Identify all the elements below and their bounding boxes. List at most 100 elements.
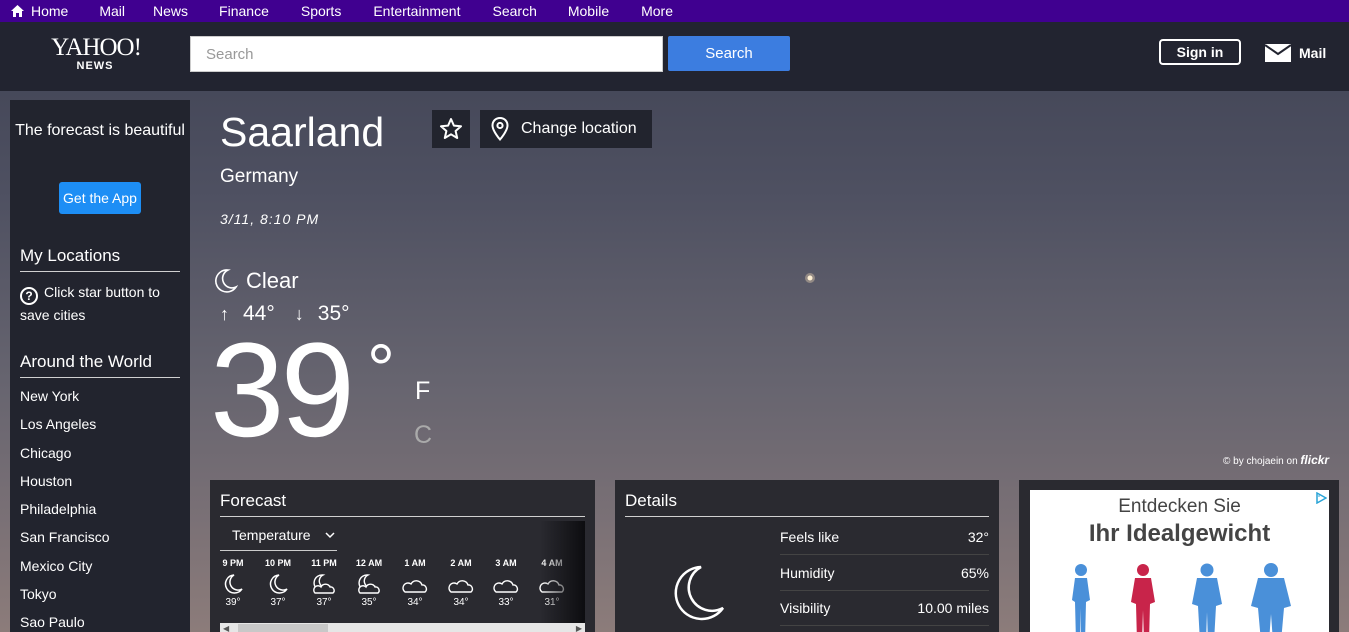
- hour-time: 2 AM: [450, 558, 472, 568]
- ad-subheadline: Ihr Idealgewicht: [1088, 520, 1271, 547]
- hour-item: 3 AM 33°: [486, 558, 526, 608]
- city-link[interactable]: Tokyo: [20, 586, 180, 614]
- change-location-label: Change location: [521, 120, 637, 137]
- change-location-button[interactable]: Change location: [480, 110, 652, 148]
- hour-item: 2 AM 34°: [441, 558, 481, 608]
- city-link[interactable]: Los Angeles: [20, 416, 180, 444]
- city-list: New York Los Angeles Chicago Houston Phi…: [20, 388, 180, 632]
- detail-row-visibility: Visibility 10.00 miles: [780, 591, 989, 626]
- current-condition: Clear: [214, 268, 299, 294]
- hour-item: 12 AM 35°: [349, 558, 389, 608]
- flickr-logo: flickr: [1300, 453, 1330, 467]
- scrollbar-thumb[interactable]: [238, 624, 328, 632]
- nav-home-label: Home: [31, 3, 69, 19]
- nav-entertainment[interactable]: Entertainment: [373, 0, 460, 22]
- search-button[interactable]: Search: [668, 36, 790, 71]
- moon-icon: [674, 565, 725, 621]
- city-link[interactable]: Chicago: [20, 445, 180, 473]
- details-card: Details Feels like 32° Humidity 65% Visi…: [615, 480, 999, 632]
- hour-time: 12 AM: [355, 558, 383, 568]
- city-link[interactable]: Houston: [20, 473, 180, 501]
- hour-time: 3 AM: [495, 558, 517, 568]
- mail-button[interactable]: Mail: [1264, 41, 1326, 65]
- star-icon: [440, 118, 462, 139]
- forecast-type-value: Temperature: [232, 527, 311, 543]
- forecast-type-select[interactable]: Temperature: [220, 525, 337, 551]
- hour-time: 10 PM: [264, 558, 291, 568]
- detail-label: Humidity: [780, 565, 835, 581]
- city-link[interactable]: New York: [20, 388, 180, 416]
- hour-temp: 35°: [361, 597, 377, 608]
- star-light: [805, 273, 815, 283]
- detail-row-humidity: Humidity 65%: [780, 556, 989, 591]
- moon-icon: [224, 574, 243, 594]
- city-link[interactable]: San Francisco: [20, 529, 180, 557]
- scroll-left-icon[interactable]: ◀: [223, 623, 229, 632]
- search-input[interactable]: [190, 36, 663, 72]
- moon-cloud-icon: [358, 574, 380, 594]
- hint-text: Click star button to save cities: [20, 284, 160, 323]
- condition-text: Clear: [246, 268, 299, 293]
- detail-value: 65%: [960, 565, 989, 581]
- hour-temp: 37°: [316, 597, 332, 608]
- get-app-button[interactable]: Get the App: [59, 182, 141, 214]
- city-link[interactable]: Mexico City: [20, 558, 180, 586]
- cloud-icon: [493, 580, 519, 593]
- app-promo-text: The forecast is beautiful: [15, 122, 185, 139]
- body-figures-image: [1072, 563, 1291, 632]
- location-name: Saarland: [220, 109, 385, 155]
- moon-cloud-icon: [313, 574, 335, 594]
- moon-icon: [269, 574, 288, 594]
- help-icon: ?: [20, 287, 38, 305]
- hour-item: 9 PM 39°: [213, 558, 253, 608]
- nav-news[interactable]: News: [153, 0, 188, 22]
- envelope-icon: [1264, 44, 1292, 62]
- divider: [220, 516, 585, 517]
- save-location-button[interactable]: [432, 110, 470, 148]
- local-datetime: 3/11, 8:10 PM: [220, 211, 320, 227]
- country-name: Germany: [220, 166, 299, 187]
- nav-mobile[interactable]: Mobile: [568, 0, 609, 22]
- top-nav-bar: Home Mail News Finance Sports Entertainm…: [0, 0, 1349, 22]
- ad-headline: Entdecken Sie: [1118, 496, 1241, 517]
- unit-celsius-toggle[interactable]: C: [414, 421, 432, 450]
- chevron-down-icon: [325, 532, 335, 539]
- divider: [625, 516, 989, 517]
- moon-icon: [215, 269, 238, 293]
- nav-mail[interactable]: Mail: [99, 0, 125, 22]
- hour-temp: 39°: [225, 597, 241, 608]
- hour-temp: 33°: [498, 597, 514, 608]
- my-locations-heading: My Locations: [20, 246, 180, 272]
- header: YAHOO! NEWS Search Sign in Mail: [0, 22, 1349, 91]
- hour-item: 1 AM 34°: [395, 558, 435, 608]
- advertisement[interactable]: Entdecken Sie Ihr Idealgewicht: [1030, 490, 1329, 632]
- adchoices-icon[interactable]: [1315, 492, 1327, 504]
- hourly-scrollbar[interactable]: ◀ ▶: [220, 623, 585, 632]
- cloud-icon: [402, 580, 428, 593]
- yahoo-news-logo[interactable]: YAHOO! NEWS: [48, 35, 144, 76]
- nav-home[interactable]: Home: [10, 0, 68, 22]
- nav-finance[interactable]: Finance: [219, 0, 269, 22]
- save-cities-hint: ? Click star button to save cities: [20, 282, 180, 325]
- location-pin-icon: [491, 117, 509, 141]
- hourly-forecast: 9 PM 39° 10 PM 37° 11 PM 37° 12 AM 35° 1…: [220, 558, 585, 618]
- detail-value: 32°: [967, 529, 989, 545]
- hour-temp: 37°: [270, 597, 286, 608]
- hour-item: 10 PM 37°: [258, 558, 298, 608]
- hour-time: 1 AM: [404, 558, 426, 568]
- hour-temp: 34°: [453, 597, 469, 608]
- details-title: Details: [625, 491, 677, 510]
- photo-credit-text: © by chojaein on: [1223, 456, 1298, 467]
- photo-credit[interactable]: © by chojaein on flickr: [1223, 453, 1329, 467]
- nav-search[interactable]: Search: [493, 0, 537, 22]
- sidebar: The forecast is beautiful Get the App My…: [10, 100, 190, 632]
- nav-sports[interactable]: Sports: [301, 0, 341, 22]
- city-link[interactable]: Sao Paulo: [20, 614, 180, 632]
- scroll-right-icon[interactable]: ▶: [576, 623, 582, 632]
- detail-value: 10.00 miles: [917, 600, 989, 616]
- city-link[interactable]: Philadelphia: [20, 501, 180, 529]
- nav-more[interactable]: More: [641, 0, 673, 22]
- unit-fahrenheit-toggle[interactable]: F: [415, 377, 430, 406]
- sign-in-button[interactable]: Sign in: [1159, 39, 1241, 65]
- hour-time: 11 PM: [311, 558, 337, 568]
